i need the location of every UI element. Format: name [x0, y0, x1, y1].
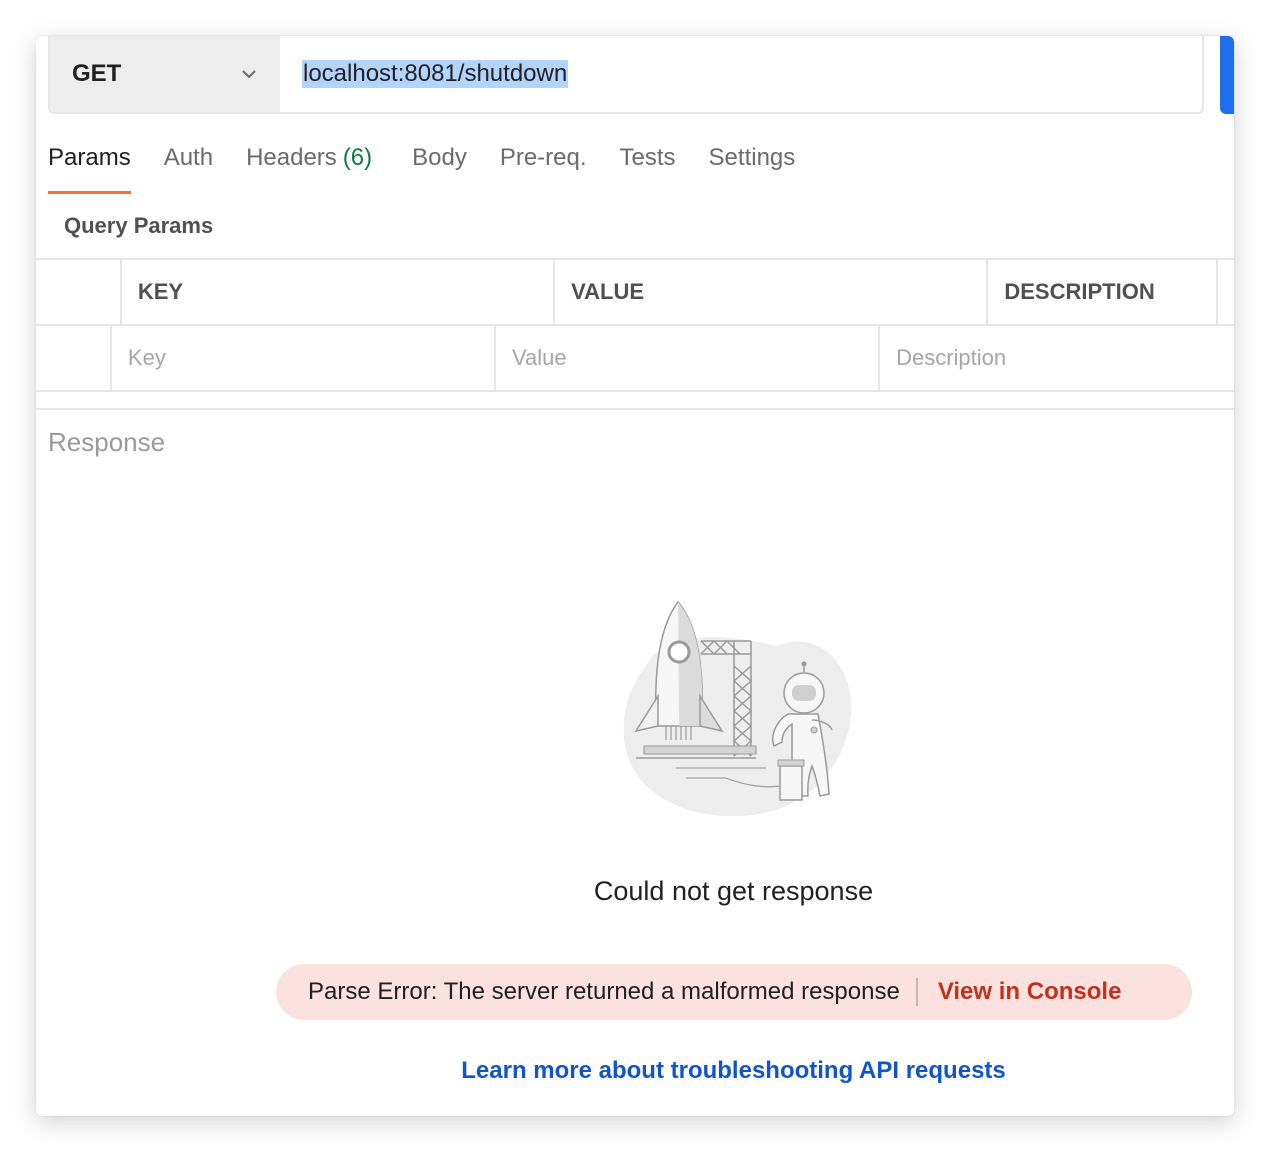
checkbox-column-header	[36, 260, 122, 324]
url-input[interactable]: localhost:8081/shutdown	[280, 36, 1202, 112]
key-input[interactable]: Key	[112, 326, 496, 390]
description-column-header: DESCRIPTION	[988, 260, 1218, 324]
headers-count-badge: (6)	[342, 144, 373, 171]
request-tabs: Params Auth Headers (6) Body Pre-req. Tes…	[48, 144, 828, 196]
value-column-header: VALUE	[555, 260, 989, 324]
tab-label: Tests	[619, 144, 676, 171]
key-placeholder: Key	[127, 345, 166, 370]
error-separator	[915, 978, 918, 1006]
response-title: Response	[48, 427, 166, 457]
row-checkbox-cell	[36, 326, 112, 390]
description-input[interactable]: Description	[880, 326, 1234, 390]
table-header-row: KEY VALUE DESCRIPTION	[36, 260, 1234, 326]
tab-label: Settings	[708, 144, 796, 171]
query-params-title: Query Params	[64, 213, 214, 238]
method-select[interactable]: GET	[50, 36, 280, 112]
value-placeholder: Value	[512, 345, 567, 370]
url-bar: GET localhost:8081/shutdown	[48, 36, 1204, 114]
tab-label: Params	[48, 144, 131, 171]
tab-auth[interactable]: Auth	[164, 144, 213, 196]
key-column-header: KEY	[122, 260, 556, 324]
request-window: GET localhost:8081/shutdown Params Auth …	[36, 36, 1234, 1116]
bulk-edit-column-header	[1218, 260, 1234, 324]
chevron-down-icon	[242, 70, 256, 79]
view-in-console-link[interactable]: View in Console	[938, 978, 1122, 1006]
description-placeholder: Description	[896, 345, 1007, 370]
tab-tests[interactable]: Tests	[620, 144, 676, 196]
tab-label: Body	[412, 144, 467, 171]
tab-body[interactable]: Body	[412, 144, 467, 196]
method-label: GET	[72, 60, 122, 87]
tab-label: Headers	[246, 144, 337, 171]
tab-pre-request[interactable]: Pre-req.	[500, 144, 587, 196]
tab-label: Auth	[163, 144, 214, 171]
send-button[interactable]	[1220, 36, 1234, 114]
error-banner: Parse Error: The server returned a malfo…	[276, 964, 1192, 1020]
tab-headers[interactable]: Headers (6)	[246, 144, 372, 196]
no-response-message: Could not get response	[593, 876, 874, 906]
error-text: Parse Error: The server returned a malfo…	[308, 978, 900, 1005]
response-divider[interactable]	[36, 408, 1234, 410]
learn-more-link[interactable]: Learn more about troubleshooting API req…	[36, 1057, 1234, 1085]
params-table: KEY VALUE DESCRIPTION Key Value Descript…	[36, 258, 1234, 392]
rocket-astronaut-illustration	[623, 600, 852, 817]
table-row: Key Value Description	[36, 326, 1234, 392]
tab-label: Pre-req.	[499, 144, 587, 171]
tab-settings[interactable]: Settings	[709, 144, 796, 196]
url-text[interactable]: localhost:8081/shutdown	[302, 60, 569, 88]
tab-params[interactable]: Params	[48, 144, 131, 196]
value-input[interactable]: Value	[496, 326, 881, 390]
